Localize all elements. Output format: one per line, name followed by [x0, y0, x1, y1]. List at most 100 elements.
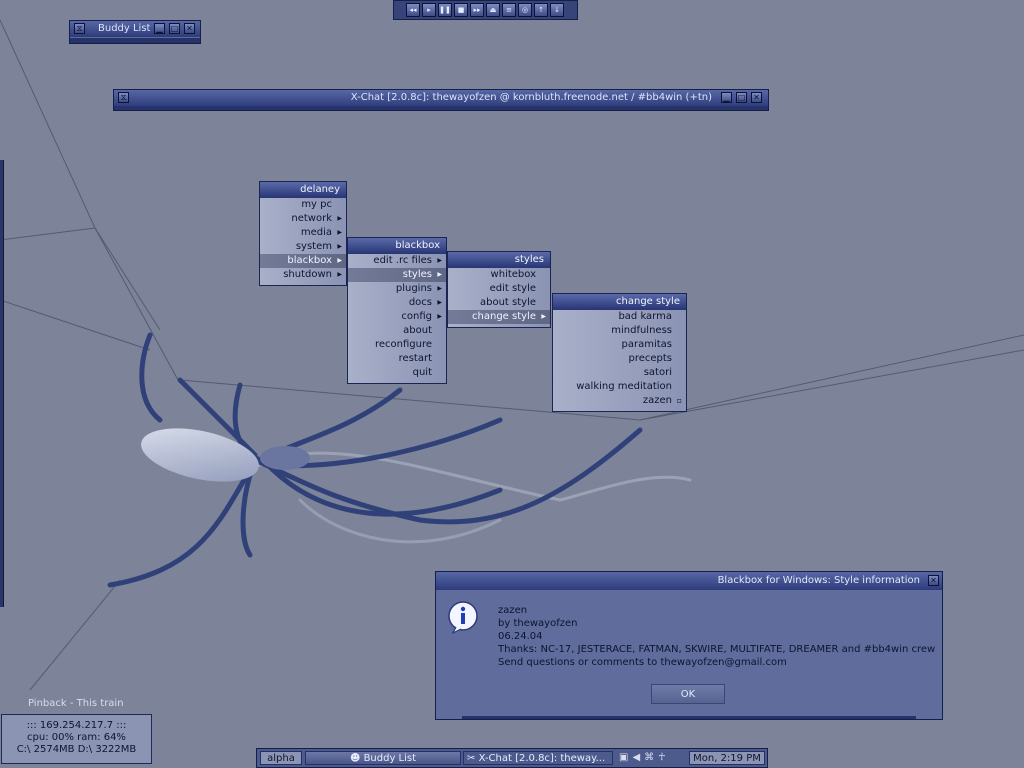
menu-item-edit-rc-files[interactable]: edit .rc files ▶: [348, 254, 446, 268]
forward-icon[interactable]: ▸▸: [470, 3, 484, 17]
xchat-title: X-Chat [2.0.8c]: thewayofzen @ kornbluth…: [350, 92, 712, 103]
workspace-label[interactable]: alpha: [260, 751, 302, 765]
menu-item-blackbox[interactable]: blackbox ▶: [260, 254, 346, 268]
root-menu: delaney my pc network ▶ media ▶ system ▶ blackb…: [259, 181, 347, 286]
window-menu-icon[interactable]: ⧖: [74, 23, 85, 34]
checkbox-icon: ▫: [676, 396, 682, 405]
menu-item-reconfigure[interactable]: reconfigure: [348, 338, 446, 352]
buddy-list-titlebar[interactable]: ⧖ Buddy List ▁ □ ✕: [70, 21, 200, 37]
menu-item-media[interactable]: media ▶: [260, 226, 346, 240]
window-handle[interactable]: [114, 106, 768, 110]
menu-item-network[interactable]: network ▶: [260, 212, 346, 226]
down-icon[interactable]: ↓: [550, 3, 564, 17]
style-info-dialog: Blackbox for Windows: Style information …: [435, 571, 943, 720]
menu-item-label: change style: [472, 311, 536, 322]
menu-item-bad-karma[interactable]: bad karma: [553, 310, 686, 324]
buddy-list-window[interactable]: ⧖ Buddy List ▁ □ ✕: [69, 20, 201, 44]
submenu-arrow-icon: ▶: [437, 271, 442, 278]
maximize-icon[interactable]: □: [736, 92, 747, 103]
eject-icon[interactable]: ⏏: [486, 3, 500, 17]
menu-item-satori[interactable]: satori: [553, 366, 686, 380]
menu-item-label: system: [295, 241, 332, 252]
playlist-icon[interactable]: ≡: [502, 3, 516, 17]
menu-item-label: my pc: [301, 199, 332, 210]
menu-item-label: edit style: [489, 283, 536, 294]
minimize-icon[interactable]: ▁: [721, 92, 732, 103]
now-playing-label: Pinback - This train: [28, 698, 124, 709]
buddy-icon: ☻: [349, 753, 361, 764]
submenu-arrow-icon: ▶: [437, 313, 442, 320]
menu-item-whitebox[interactable]: whitebox: [448, 268, 550, 282]
menu-item-about-style[interactable]: about style: [448, 296, 550, 310]
menu-item-precepts[interactable]: precepts: [553, 352, 686, 366]
submenu-arrow-icon: ▶: [437, 257, 442, 264]
xchat-titlebar[interactable]: ⧖ X-Chat [2.0.8c]: thewayofzen @ kornblu…: [114, 90, 768, 107]
submenu-arrow-icon: ▶: [337, 243, 342, 250]
target-icon[interactable]: ◎: [518, 3, 532, 17]
menu-item-label: blackbox: [287, 255, 332, 266]
submenu-arrow-icon: ▶: [337, 229, 342, 236]
ok-button[interactable]: OK: [651, 684, 725, 704]
style-contact: Send questions or comments to thewayofze…: [498, 657, 787, 668]
disk-space: C:\ 2574MB D:\ 3222MB: [16, 744, 137, 755]
menu-item-about[interactable]: about: [348, 324, 446, 338]
style-date: 06.24.04: [498, 631, 543, 642]
task-buddy-list[interactable]: ☻ Buddy List: [305, 751, 461, 765]
monitor-icon[interactable]: ▣: [619, 752, 632, 763]
menu-item-label: plugins: [395, 283, 432, 294]
menu-item-docs[interactable]: docs ▶: [348, 296, 446, 310]
clock[interactable]: Mon, 2:19 PM: [689, 751, 765, 765]
menu-item-edit-style[interactable]: edit style: [448, 282, 550, 296]
submenu-arrow-icon: ▶: [337, 215, 342, 222]
menu-item-label: precepts: [628, 353, 672, 364]
xchat-window[interactable]: ⧖ X-Chat [2.0.8c]: thewayofzen @ kornblu…: [113, 89, 769, 111]
menu-item-label: walking meditation: [576, 381, 672, 392]
menu-item-mindfulness[interactable]: mindfulness: [553, 324, 686, 338]
menu-item-plugins[interactable]: plugins ▶: [348, 282, 446, 296]
menu-item-label: styles: [402, 269, 432, 280]
menu-item-label: network: [291, 213, 332, 224]
stop-icon[interactable]: ■: [454, 3, 468, 17]
up-icon[interactable]: ↑: [534, 3, 548, 17]
task-xchat[interactable]: ✂ X-Chat [2.0.8c]: theway...: [463, 751, 613, 765]
style-name: zazen: [498, 605, 528, 616]
menu-item-zazen[interactable]: zazen ▫: [553, 394, 686, 408]
menu-item-label: config: [401, 311, 432, 322]
menu-item-quit[interactable]: quit: [348, 366, 446, 380]
menu-item-restart[interactable]: restart: [348, 352, 446, 366]
menu-footer: [260, 282, 346, 285]
close-icon[interactable]: ✕: [928, 575, 939, 586]
menu-item-paramitas[interactable]: paramitas: [553, 338, 686, 352]
blackbox-menu-title: blackbox: [348, 238, 446, 254]
submenu-arrow-icon: ▶: [437, 299, 442, 306]
menu-item-label: edit .rc files: [373, 255, 432, 266]
menu-item-styles[interactable]: styles ▶: [348, 268, 446, 282]
menu-item-change-style[interactable]: change style ▶: [448, 310, 550, 324]
menu-item-label: zazen: [642, 395, 672, 406]
close-icon[interactable]: ✕: [751, 92, 762, 103]
window-menu-icon[interactable]: ⧖: [118, 92, 129, 103]
network-icon[interactable]: ⌘: [644, 752, 658, 763]
system-info-panel: ::: 169.254.217.7 ::: cpu: 00% ram: 64% …: [1, 714, 152, 764]
window-handle[interactable]: [462, 716, 916, 719]
dialog-titlebar[interactable]: Blackbox for Windows: Style information …: [436, 572, 942, 590]
pause-icon[interactable]: ❚❚: [438, 3, 452, 17]
blackbox-menu: blackbox edit .rc files ▶ styles ▶ plugins ▶ d…: [347, 237, 447, 384]
menu-item-my-pc[interactable]: my pc: [260, 198, 346, 212]
menu-item-label: about style: [479, 297, 536, 308]
play-icon[interactable]: ▸: [422, 3, 436, 17]
window-handle[interactable]: [70, 38, 200, 43]
user-icon[interactable]: ☥: [658, 752, 669, 763]
rewind-icon[interactable]: ◂◂: [406, 3, 420, 17]
close-icon[interactable]: ✕: [184, 23, 195, 34]
minimize-icon[interactable]: ▁: [154, 23, 165, 34]
menu-footer: [553, 408, 686, 411]
maximize-icon[interactable]: □: [169, 23, 180, 34]
menu-item-config[interactable]: config ▶: [348, 310, 446, 324]
menu-item-walking-meditation[interactable]: walking meditation: [553, 380, 686, 394]
volume-icon[interactable]: ◀: [632, 752, 644, 763]
styles-menu: styles whitebox edit style about style chan…: [447, 251, 551, 328]
info-icon: [448, 601, 478, 634]
menu-item-system[interactable]: system ▶: [260, 240, 346, 254]
menu-item-shutdown[interactable]: shutdown ▶: [260, 268, 346, 282]
